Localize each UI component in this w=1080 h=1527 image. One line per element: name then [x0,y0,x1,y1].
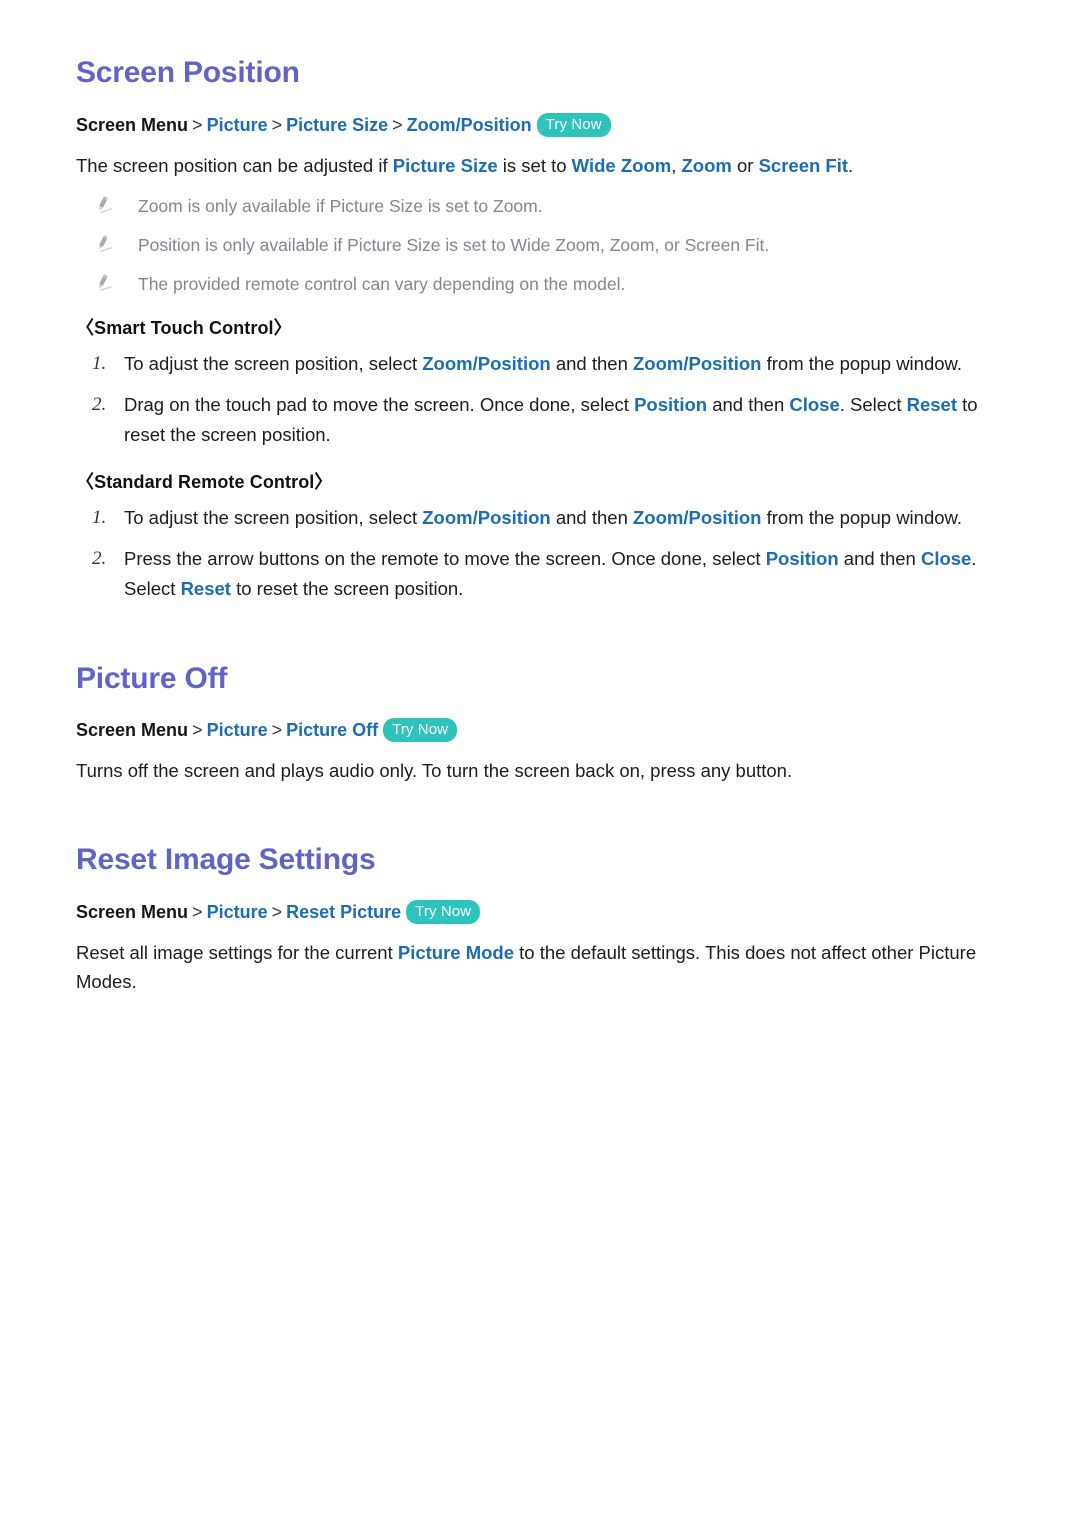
link-zoom-position[interactable]: Zoom/Position [422,507,550,528]
note-text: The provided remote control can vary dep… [138,273,626,294]
link-zoom-position[interactable]: Zoom/Position [633,507,761,528]
breadcrumb-root: Screen Menu [76,901,189,922]
step-text-2: and then [550,352,633,374]
intro-text-4: or [731,154,759,176]
breadcrumb-separator: > [192,114,203,135]
intro-text-5: . [848,154,854,176]
page-title-reset-image-settings: Reset Image Settings [76,843,376,876]
breadcrumb-separator: > [192,901,203,922]
list-item: 2. Press the arrow buttons on the remote… [76,544,1020,604]
breadcrumb-link-picture-size[interactable]: Picture Size [286,115,388,135]
list-item: Zoom is only available if Picture Size i… [76,194,1020,218]
step-text-2: and then [707,393,790,415]
pencil-icon [94,194,114,214]
list-item: 2. Drag on the touch pad to move the scr… [76,390,1020,450]
body-paragraph-reset-image-settings: Reset all image settings for the current… [76,938,1020,996]
list-item: Position is only available if Picture Si… [76,233,1020,257]
intro-text-1: The screen position can be adjusted if [76,154,393,176]
page-title-picture-off: Picture Off [76,661,228,695]
pencil-icon [94,272,114,292]
breadcrumb-separator: > [271,114,283,135]
intro-text-2: is set to [497,154,572,176]
step-number: 1. [92,352,107,374]
try-now-badge[interactable]: Try Now [406,899,481,924]
pencil-icon [94,233,114,253]
list-item: 1. To adjust the screen position, select… [76,503,1020,533]
document-page: Screen Position Screen Menu > Picture > Pict… [0,0,1080,1527]
breadcrumb-separator: > [392,114,403,135]
link-zoom-position[interactable]: Zoom/Position [422,353,550,374]
step-text-3: from the popup window. [761,506,963,528]
step-number: 2. [92,393,107,415]
link-screen-fit[interactable]: Screen Fit [759,155,848,176]
breadcrumb-link-picture[interactable]: Picture [207,902,268,922]
list-item: The provided remote control can vary dep… [76,272,1020,296]
step-text-1: To adjust the screen position, select [124,352,423,374]
page-title-screen-position: Screen Position [76,56,300,89]
breadcrumb-separator: > [271,901,283,922]
link-position[interactable]: Position [766,548,839,569]
try-now-badge[interactable]: Try Now [536,112,611,137]
breadcrumb-picture-off: Screen Menu > Picture > Picture Off Try Now [76,718,1020,742]
list-item: 1. To adjust the screen position, select… [76,349,1020,379]
steps-list-standard-remote-control: 1. To adjust the screen position, select… [76,503,1020,604]
section-picture-off: Picture Off Screen Menu > Picture > Picture … [76,662,1020,786]
link-close[interactable]: Close [921,548,971,569]
step-number: 1. [92,506,107,528]
step-text-2: and then [838,547,921,569]
link-position[interactable]: Position [634,394,707,415]
note-text: Position is only available if Picture Si… [138,234,770,255]
breadcrumb-separator: > [271,720,283,740]
link-wide-zoom[interactable]: Wide Zoom [572,155,672,176]
step-text-4: to reset the screen position. [230,577,464,599]
subheading-smart-touch-control: 〈Smart Touch Control〉 [76,317,292,338]
breadcrumb-screen-position: Screen Menu > Picture > Picture Size > Zoom/Po… [76,112,1020,137]
intro-text-3: , [671,154,682,176]
subheading-standard-remote-control: 〈Standard Remote Control〉 [76,471,333,492]
link-zoom[interactable]: Zoom [681,155,731,176]
breadcrumb-link-picture[interactable]: Picture [207,115,268,135]
body-text-1: Reset all image settings for the current [76,941,398,963]
link-picture-mode[interactable]: Picture Mode [398,942,514,963]
steps-list-smart-touch-control: 1. To adjust the screen position, select… [76,349,1020,450]
breadcrumb-separator: > [192,720,203,740]
step-text-1: Drag on the touch pad to move the screen… [124,393,635,415]
try-now-badge[interactable]: Try Now [383,718,458,742]
step-text-3: . Select [839,393,907,415]
body-paragraph-picture-off: Turns off the screen and plays audio onl… [76,760,793,781]
note-text: Zoom is only available if Picture Size i… [138,195,543,216]
breadcrumb-link-picture-off[interactable]: Picture Off [286,720,378,740]
link-zoom-position[interactable]: Zoom/Position [633,353,761,374]
section-reset-image-settings: Reset Image Settings Screen Menu > Picture… [76,843,1020,996]
step-text-2: and then [550,506,633,528]
link-reset[interactable]: Reset [181,578,231,599]
breadcrumb-root: Screen Menu [76,114,189,135]
step-text-3: from the popup window. [761,352,963,374]
notes-list: Zoom is only available if Picture Size i… [76,194,1020,296]
section-screen-position: Screen Position Screen Menu > Picture > Pict… [76,56,1020,604]
step-number: 2. [92,547,107,569]
link-reset[interactable]: Reset [907,394,957,415]
link-picture-size[interactable]: Picture Size [393,155,498,176]
breadcrumb-root: Screen Menu [76,720,189,740]
breadcrumb-link-zoom-position[interactable]: Zoom/Position [407,115,532,135]
step-text-1: Press the arrow buttons on the remote to… [124,547,766,569]
intro-paragraph-screen-position: The screen position can be adjusted if P… [76,151,1020,180]
step-text-1: To adjust the screen position, select [124,506,423,528]
breadcrumb-link-reset-picture[interactable]: Reset Picture [286,902,401,922]
breadcrumb-reset-image-settings: Screen Menu > Picture > Reset Picture Try Now [76,899,1020,924]
breadcrumb-link-picture[interactable]: Picture [207,720,268,740]
link-close[interactable]: Close [789,394,839,415]
